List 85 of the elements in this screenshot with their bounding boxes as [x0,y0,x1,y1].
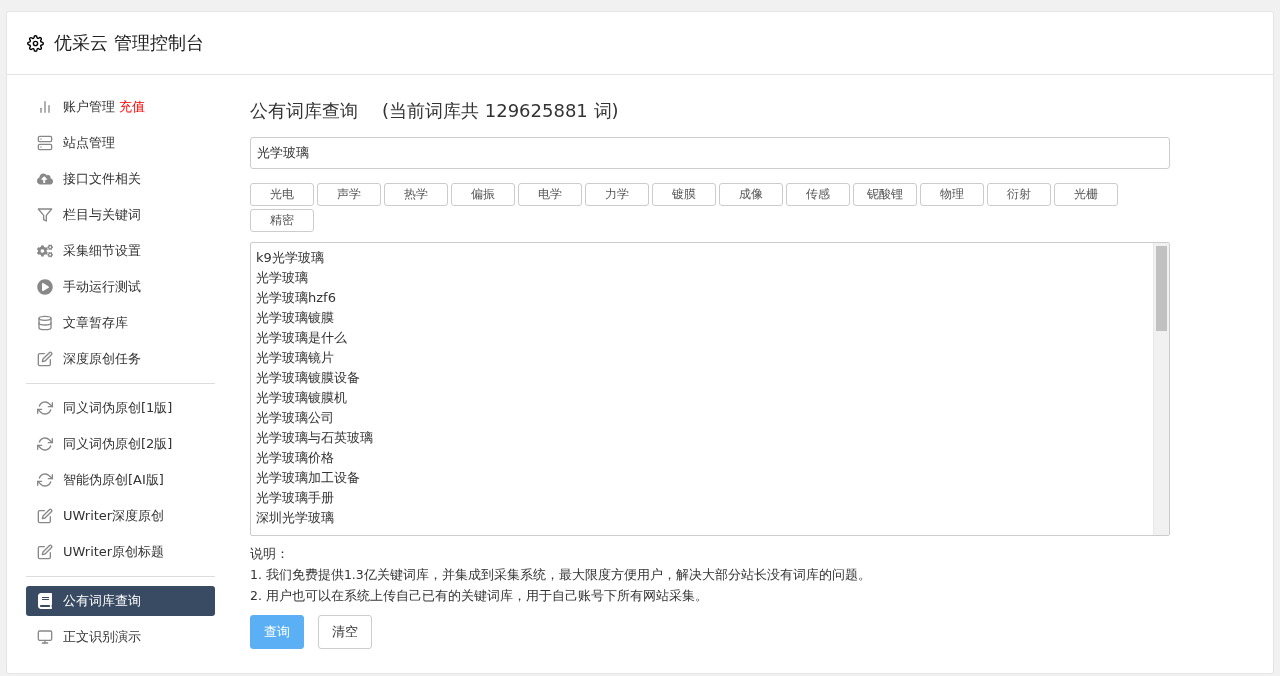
keyword-tag-button[interactable]: 铌酸锂 [853,183,917,206]
sidebar-item[interactable]: 同义词伪原创[1版] [26,393,215,423]
result-row-text: 光学玻璃加工设备 [256,469,361,487]
refresh-icon [37,400,53,416]
play-icon [37,279,53,295]
sidebar-item[interactable]: 采集细节设置 [26,236,215,266]
server-icon [37,135,53,151]
edit-icon [37,508,53,524]
sidebar-item[interactable]: 同义词伪原创[2版] [26,429,215,459]
keyword-tag-button[interactable]: 声学 [317,183,381,206]
cloud-upload-icon [37,171,53,187]
sidebar-label: 智能伪原创[AI版] [63,471,164,489]
note-text: 2. 用户也可以在系统上传自己已有的关键词库，用于自己账号下所有网站采集。 [250,587,709,605]
sidebar-item[interactable]: 手动运行测试 [26,272,215,302]
refresh-icon [37,472,53,488]
result-row-text: 光学玻璃 [256,269,309,287]
clear-button[interactable]: 清空 [318,615,372,649]
keyword-tag-button[interactable]: 力学 [585,183,649,206]
refresh-icon [37,436,53,452]
result-row-text: 光学玻璃手册 [256,489,335,507]
sidebar-label: 接口文件相关 [63,170,141,188]
sidebar-label: 深度原创任务 [63,350,141,368]
sidebar-label: UWriter原创标题 [63,543,165,561]
sidebar-item[interactable]: 智能伪原创[AI版] [26,465,215,495]
result-row-text: 光学玻璃镀膜机 [256,389,348,407]
notes-title: 说明： [250,545,290,563]
gears-icon [37,243,53,259]
keyword-tag-button[interactable]: 传感 [786,183,850,206]
recharge-link[interactable]: 充值 [119,98,145,116]
sidebar-label: 站点管理 [63,134,115,152]
result-row-text: 光学玻璃公司 [256,409,335,427]
note-text: 1. 我们免费提供1.3亿关键词库，并集成到采集系统，最大限度方便用户，解决大部分站长没有词库的问题。 [250,566,872,584]
monitor-icon [37,629,53,645]
result-row-text: 光学玻璃镀膜设备 [256,369,361,387]
result-row-text: 光学玻璃与石英玻璃 [256,429,374,447]
sidebar-item[interactable]: 接口文件相关 [26,164,215,194]
sidebar-item[interactable]: 站点管理 [26,128,215,158]
settings-icon [27,34,44,52]
result-row-text: 光学玻璃是什么 [256,329,348,347]
sidebar-item[interactable]: 栏目与关键词 [26,200,215,230]
sidebar-item[interactable]: UWriter原创标题 [26,537,215,567]
keyword-tag-button[interactable]: 物理 [920,183,984,206]
sidebar-item[interactable]: 账户管理 充值 [26,92,215,122]
scrollbar[interactable] [1153,243,1169,535]
keyword-tag-button[interactable]: 成像 [719,183,783,206]
keyword-tag-button[interactable]: 电学 [518,183,582,206]
sidebar-label: 采集细节设置 [63,242,141,260]
keyword-tag-button[interactable]: 光栅 [1054,183,1118,206]
sidebar-item[interactable]: 正文识别演示 [26,622,215,652]
sidebar-item[interactable]: 深度原创任务 [26,344,215,374]
sidebar-item[interactable]: 公有词库查询 [26,586,215,616]
results-list[interactable]: k9光学玻璃 光学玻璃 光学玻璃hzf6 光学玻璃镀膜 光学玻璃是什么 光学玻璃镜片 光学玻璃镀膜设备 光学玻璃镀膜机 光学玻璃公司 光学玻璃与石英玻璃 光学玻璃价格 光学玻璃加工设备 光学玻璃手册 深圳光学玻璃 [250,242,1170,536]
word-count-text: (当前词库共 129625881 词) [382,99,619,123]
sidebar-label: UWriter深度原创 [63,507,165,525]
sidebar-label: 同义词伪原创[1版] [63,399,173,417]
keyword-tag-button[interactable]: 衍射 [987,183,1051,206]
keyword-tag-button[interactable]: 光电 [250,183,314,206]
result-row-text: 光学玻璃镜片 [256,349,335,367]
result-row-text: 光学玻璃hzf6 [256,289,337,307]
bar-chart-icon [37,99,53,115]
filter-icon [37,207,53,223]
keyword-tag-button[interactable]: 镀膜 [652,183,716,206]
book-icon [37,593,53,609]
sidebar-item[interactable]: UWriter深度原创 [26,501,215,531]
edit-icon [37,351,53,367]
keyword-tag-button[interactable]: 精密 [250,209,314,232]
search-field[interactable]: 光学玻璃 [250,137,1170,169]
result-row-text: k9光学玻璃 [256,249,325,267]
sidebar-item[interactable]: 文章暂存库 [26,308,215,338]
sidebar-label: 同义词伪原创[2版] [63,435,173,453]
sidebar-label: 公有词库查询 [63,592,141,610]
page-title: 公有词库查询 [250,99,358,123]
database-icon [37,315,53,331]
result-row-text: 光学玻璃价格 [256,449,335,467]
sidebar-label: 文章暂存库 [63,314,128,332]
sidebar-label: 手动运行测试 [63,278,141,296]
keyword-tag-button[interactable]: 偏振 [451,183,515,206]
sidebar-label: 正文识别演示 [63,628,141,646]
sidebar-label: 栏目与关键词 [63,206,141,224]
console-title: 优采云 管理控制台 [54,31,204,55]
result-row-text: 光学玻璃镀膜 [256,309,335,327]
sidebar-label: 账户管理 [63,98,115,116]
result-row-text: 深圳光学玻璃 [256,509,335,527]
keyword-tag-button[interactable]: 热学 [384,183,448,206]
edit-icon [37,544,53,560]
